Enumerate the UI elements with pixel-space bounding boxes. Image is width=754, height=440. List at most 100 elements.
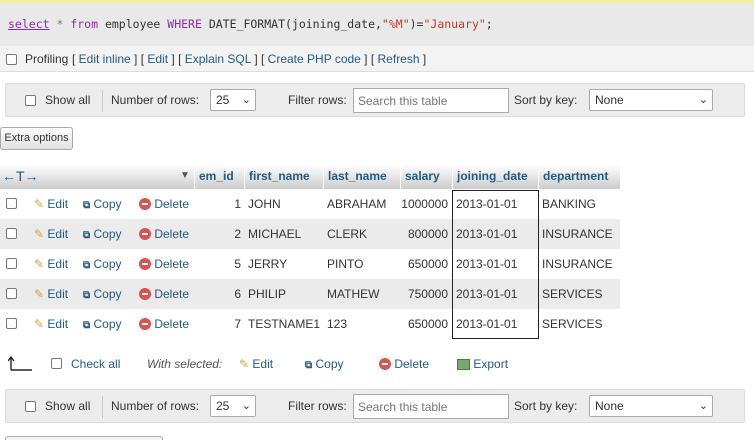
profiling-checkbox[interactable] <box>6 54 17 65</box>
row-edit-label: Edit <box>47 317 69 331</box>
number-of-rows-select[interactable]: 25 ⌄ <box>210 89 256 111</box>
cell-department[interactable]: SERVICES <box>542 317 602 331</box>
extra-options-button[interactable]: Extra options <box>0 127 73 150</box>
row-copy-label: Copy <box>93 257 122 271</box>
row-copy-button[interactable]: ⧉ Copy <box>83 317 122 331</box>
row-copy-button[interactable]: ⧉ Copy <box>83 197 122 211</box>
cell-joining-date[interactable]: 2013-01-01 <box>456 227 517 241</box>
row-checkbox[interactable] <box>6 198 17 209</box>
bulk-actions-bar: Check all With selected: ✎ Edit ⧉ Copy D… <box>0 345 620 383</box>
cell-first-name[interactable]: JERRY <box>248 257 287 271</box>
row-checkbox[interactable] <box>6 258 17 269</box>
row-edit-button[interactable]: ✎ Edit <box>34 287 68 301</box>
sort-by-key-select[interactable]: None ⌄ <box>589 89 713 111</box>
row-edit-button[interactable]: ✎ Edit <box>34 317 68 331</box>
sql-query-box: select * from employee WHERE DATE_FORMAT… <box>0 3 754 46</box>
row-copy-button[interactable]: ⧉ Copy <box>83 287 122 301</box>
create-php-code-link[interactable]: Create PHP code <box>268 52 361 66</box>
cell-salary[interactable]: 650000 <box>400 317 448 331</box>
show-all-checkbox[interactable] <box>25 401 36 412</box>
copy-icon: ⧉ <box>83 320 91 331</box>
cell-salary[interactable]: 800000 <box>400 227 448 241</box>
row-copy-label: Copy <box>93 197 122 211</box>
filter-rows-input[interactable]: Search this table <box>353 88 509 113</box>
table-row[interactable]: ✎ Edit ⧉ Copy Delete 6 PHILIP MATHEW 750000 20… <box>0 279 620 309</box>
cell-em-id[interactable]: 5 <box>196 257 241 271</box>
column-resize-icon[interactable]: ←T→ <box>2 168 39 184</box>
row-edit-label: Edit <box>47 257 69 271</box>
check-all-checkbox[interactable] <box>51 358 62 369</box>
cell-first-name[interactable]: JOHN <box>248 197 281 211</box>
cell-salary[interactable]: 750000 <box>400 287 448 301</box>
column-header-first-name[interactable]: first_name <box>244 164 323 189</box>
row-copy-button[interactable]: ⧉ Copy <box>83 257 122 271</box>
cell-last-name[interactable]: CLERK <box>327 227 367 241</box>
cell-joining-date[interactable]: 2013-01-01 <box>456 197 517 211</box>
row-edit-button[interactable]: ✎ Edit <box>34 197 68 211</box>
cell-last-name[interactable]: ABRAHAM <box>327 197 386 211</box>
column-header-em-id[interactable]: em_id <box>194 164 244 189</box>
cell-first-name[interactable]: MICHAEL <box>248 227 301 241</box>
edit-link[interactable]: Edit <box>147 52 168 66</box>
number-of-rows-select[interactable]: 25 ⌄ <box>210 395 256 417</box>
row-checkbox[interactable] <box>6 318 17 329</box>
column-header-joining-date[interactable]: joining_date <box>452 164 538 189</box>
cell-department[interactable]: SERVICES <box>542 287 602 301</box>
cell-last-name[interactable]: PINTO <box>327 257 363 271</box>
cell-salary[interactable]: 1000000 <box>400 197 448 211</box>
table-row[interactable]: ✎ Edit ⧉ Copy Delete 2 MICHAEL CLERK 800000 20… <box>0 219 620 249</box>
row-delete-button[interactable]: Delete <box>139 287 189 301</box>
show-all-checkbox[interactable] <box>25 95 36 106</box>
cell-salary[interactable]: 650000 <box>400 257 448 271</box>
bulk-copy-button[interactable]: ⧉ Copy <box>305 357 344 371</box>
cell-department[interactable]: INSURANCE <box>542 227 613 241</box>
explain-sql-link[interactable]: Explain SQL <box>185 52 251 66</box>
row-copy-label: Copy <box>93 317 122 331</box>
sql-token: "January" <box>423 17 486 31</box>
cell-first-name[interactable]: PHILIP <box>248 287 286 301</box>
row-delete-label: Delete <box>154 197 190 211</box>
cell-em-id[interactable]: 7 <box>196 317 241 331</box>
bulk-edit-button[interactable]: ✎ Edit <box>239 357 273 371</box>
row-delete-button[interactable]: Delete <box>139 197 189 211</box>
cell-last-name[interactable]: 123 <box>327 317 347 331</box>
edit-inline-link[interactable]: Edit inline <box>79 52 131 66</box>
sql-token: employee <box>98 17 168 31</box>
filter-rows-input[interactable]: Search this table <box>353 394 509 419</box>
row-delete-button[interactable]: Delete <box>139 257 189 271</box>
cell-em-id[interactable]: 6 <box>196 287 241 301</box>
cell-joining-date[interactable]: 2013-01-01 <box>456 257 517 271</box>
column-header-last-name[interactable]: last_name <box>323 164 400 189</box>
cell-department[interactable]: INSURANCE <box>542 257 613 271</box>
row-copy-button[interactable]: ⧉ Copy <box>83 227 122 241</box>
row-checkbox[interactable] <box>6 288 17 299</box>
cell-joining-date[interactable]: 2013-01-01 <box>456 317 517 331</box>
row-delete-button[interactable]: Delete <box>139 227 189 241</box>
column-header-salary[interactable]: salary <box>400 164 452 189</box>
cell-em-id[interactable]: 2 <box>196 227 241 241</box>
cell-department[interactable]: BANKING <box>542 197 596 211</box>
check-all-label[interactable]: Check all <box>71 357 120 371</box>
partial-button[interactable] <box>5 436 163 440</box>
bulk-export-button[interactable]: Export <box>457 357 508 371</box>
row-edit-button[interactable]: ✎ Edit <box>34 257 68 271</box>
cell-first-name[interactable]: TESTNAME1 <box>248 317 320 331</box>
pencil-icon: ✎ <box>34 227 45 241</box>
table-row[interactable]: ✎ Edit ⧉ Copy Delete 7 TESTNAME1 123 650000 20… <box>0 309 620 339</box>
navigation-bar-top: Show all Number of rows: 25 ⌄ Filter row… <box>5 83 745 117</box>
sort-by-key-select[interactable]: None ⌄ <box>589 395 713 417</box>
row-delete-button[interactable]: Delete <box>139 317 189 331</box>
bulk-delete-button[interactable]: Delete <box>379 357 429 371</box>
cell-em-id[interactable]: 1 <box>196 197 241 211</box>
refresh-link[interactable]: Refresh <box>378 52 420 66</box>
sql-token: from <box>70 17 99 31</box>
cell-joining-date[interactable]: 2013-01-01 <box>456 287 517 301</box>
table-row[interactable]: ✎ Edit ⧉ Copy Delete 5 JERRY PINTO 650000 2013… <box>0 249 620 279</box>
row-checkbox[interactable] <box>6 228 17 239</box>
table-row[interactable]: ✎ Edit ⧉ Copy Delete 1 JOHN ABRAHAM 1000000 20… <box>0 189 620 219</box>
number-of-rows-value: 25 <box>216 93 230 107</box>
sort-triangle-icon[interactable]: ▼ <box>180 170 190 181</box>
column-header-department[interactable]: department <box>538 164 620 189</box>
row-edit-button[interactable]: ✎ Edit <box>34 227 68 241</box>
cell-last-name[interactable]: MATHEW <box>327 287 379 301</box>
